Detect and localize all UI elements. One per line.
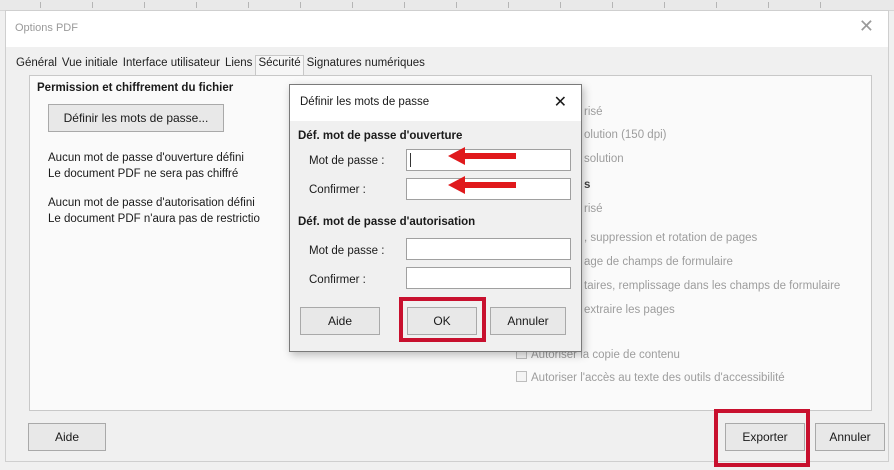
permission-confirm-input[interactable] [406, 267, 571, 289]
dialog-titlebar: Options PDF ✕ [6, 11, 888, 47]
tab-user-interface[interactable]: Interface utilisateur [121, 55, 222, 75]
permission-confirm-label: Confirmer : [309, 274, 366, 286]
tab-digital-signatures[interactable]: Signatures numériques [305, 55, 427, 75]
password-help-button[interactable]: Aide [300, 307, 380, 335]
changes-option-line: risé [584, 203, 603, 215]
open-password-status: Aucun mot de passe d'ouverture défini [48, 152, 244, 164]
help-button[interactable]: Aide [28, 423, 106, 451]
changes-option-line: age de champs de formulaire [584, 256, 733, 268]
red-arrow-icon [448, 176, 516, 194]
password-dialog-title: Définir les mots de passe [300, 96, 430, 108]
permission-password-note: Le document PDF n'aura pas de restrictio [48, 213, 260, 225]
changes-heading: s [584, 179, 591, 191]
export-button-highlight [714, 409, 810, 467]
tab-general[interactable]: Général [14, 55, 59, 75]
tab-security[interactable]: Sécurité [255, 55, 304, 75]
tab-initial-view[interactable]: Vue initiale [60, 55, 120, 75]
permission-password-input[interactable] [406, 238, 571, 260]
open-password-section-title: Déf. mot de passe d'ouverture [298, 130, 463, 142]
changes-option-line: taires, remplissage dans les champs de f… [584, 280, 841, 292]
close-icon[interactable]: ✕ [554, 92, 567, 112]
ok-button-highlight [399, 297, 486, 342]
tab-bar: Général Vue initiale Interface utilisate… [14, 55, 428, 75]
close-icon[interactable]: ✕ [859, 17, 874, 35]
open-password-label: Mot de passe : [309, 155, 385, 167]
printing-option-line: olution (150 dpi) [584, 129, 667, 141]
allow-accessibility-checkbox[interactable]: Autoriser l'accès au texte des outils d'… [516, 371, 785, 384]
changes-option-line: extraire les pages [584, 304, 675, 316]
changes-option-line: , suppression et rotation de pages [584, 232, 758, 244]
cancel-button[interactable]: Annuler [815, 423, 885, 451]
password-dialog-titlebar: Définir les mots de passe ✕ [290, 85, 581, 121]
encryption-heading: Permission et chiffrement du fichier [37, 82, 234, 94]
checkbox-icon [516, 371, 527, 382]
text-caret [410, 153, 411, 167]
permission-password-status: Aucun mot de passe d'autorisation défini [48, 197, 255, 209]
set-passwords-button[interactable]: Définir les mots de passe... [48, 104, 224, 132]
red-arrow-icon [448, 147, 516, 165]
allow-accessibility-label: Autoriser l'accès au texte des outils d'… [531, 372, 785, 384]
open-password-note: Le document PDF ne sera pas chiffré [48, 168, 239, 180]
open-confirm-label: Confirmer : [309, 184, 366, 196]
dialog-title: Options PDF [15, 22, 78, 34]
permission-password-label: Mot de passe : [309, 245, 385, 257]
printing-option-line: risé [584, 106, 603, 118]
printing-option-line: solution [584, 153, 624, 165]
permission-password-section-title: Déf. mot de passe d'autorisation [298, 216, 476, 228]
password-cancel-button[interactable]: Annuler [490, 307, 566, 335]
tab-links[interactable]: Liens [223, 55, 255, 75]
